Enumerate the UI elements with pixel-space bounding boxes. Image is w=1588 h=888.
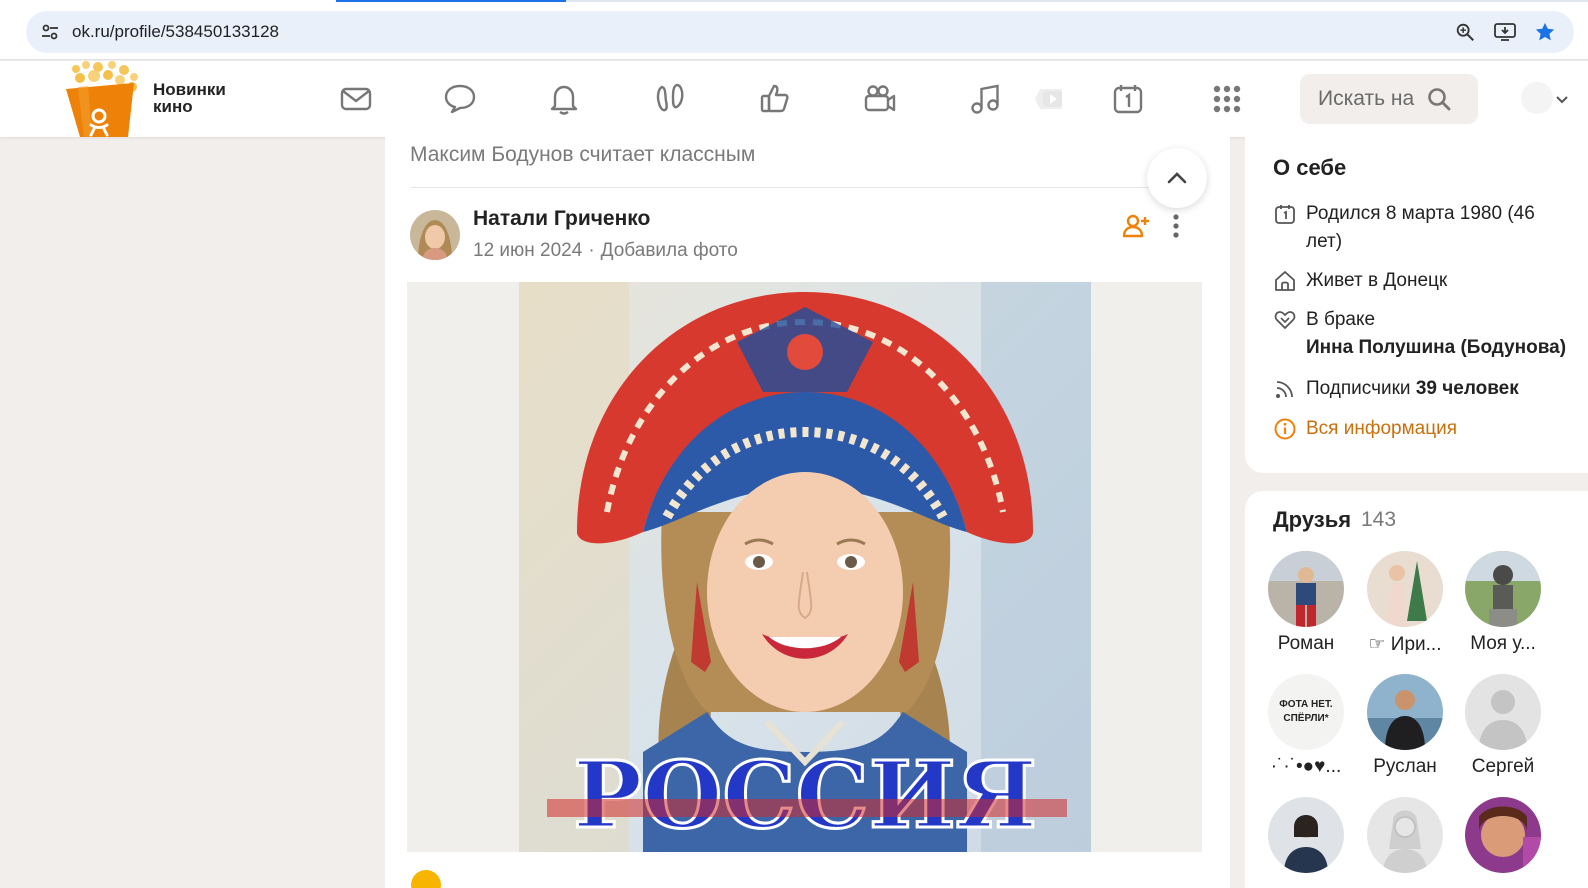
- friend-name: Руслан: [1373, 756, 1437, 777]
- liked-by-text[interactable]: Максим Бодунов считает классным: [410, 143, 755, 167]
- logo-caption-line2: кино: [153, 97, 193, 116]
- friend-item[interactable]: Руслан: [1355, 674, 1455, 778]
- video-camera-icon[interactable]: [860, 79, 900, 119]
- rss-icon: [1276, 381, 1293, 398]
- more-options-icon[interactable]: [1166, 211, 1186, 241]
- calendar-icon: [1275, 205, 1295, 224]
- friend-name: ☞ Ири...: [1368, 634, 1442, 655]
- search-input[interactable]: Искать на: [1300, 74, 1478, 124]
- location-text: Живет в Донецк: [1306, 270, 1448, 291]
- add-friend-icon[interactable]: [1121, 211, 1151, 241]
- photo-caption: РОССИЯ: [573, 741, 1037, 849]
- post-author-avatar[interactable]: [410, 210, 460, 260]
- friend-item[interactable]: [1355, 797, 1455, 873]
- birthdate-line1: Родился 8 марта 1980 (46: [1306, 203, 1535, 224]
- subscribers-value[interactable]: 39 человек: [1416, 378, 1519, 399]
- post-action: Добавила фото: [600, 240, 738, 261]
- friend-avatar[interactable]: [1465, 551, 1541, 627]
- friend-name: Моя у...: [1470, 633, 1536, 654]
- about-card: О себе Родился 8 марта 1980 (46 лет) Жив…: [1245, 137, 1588, 473]
- friend-avatar[interactable]: [1367, 674, 1443, 750]
- guests-icon[interactable]: [650, 79, 690, 119]
- friends-title[interactable]: Друзья: [1273, 507, 1351, 533]
- about-location: Живет в Донецк: [1273, 267, 1447, 295]
- home-icon: [1275, 271, 1295, 291]
- post-photo[interactable]: РОССИЯ: [407, 282, 1202, 852]
- site-settings-icon[interactable]: [38, 20, 62, 44]
- friends-card: Друзья 143 Роман ☞ Ири... Моя у... ФОТА …: [1245, 491, 1588, 888]
- divider: [410, 187, 1205, 188]
- user-avatar[interactable]: [1520, 81, 1554, 115]
- like-icon[interactable]: [755, 79, 795, 119]
- friend-item[interactable]: [1256, 797, 1356, 873]
- meta-separator: ·: [588, 240, 595, 261]
- all-info-link[interactable]: Вся информация: [1273, 415, 1457, 443]
- post-date: 12 июн 2024: [473, 240, 583, 261]
- about-title: О себе: [1273, 155, 1347, 180]
- about-marital: В браке Инна Полушина (Бодунова): [1273, 306, 1566, 362]
- chevron-down-icon[interactable]: [1554, 91, 1570, 107]
- friend-avatar[interactable]: ФОТА НЕТ. СПЁРЛИ*: [1268, 674, 1344, 750]
- friend-avatar[interactable]: [1268, 551, 1344, 627]
- friend-name: ·˙·˙•●♥...: [1270, 756, 1342, 777]
- friend-item[interactable]: Моя у...: [1453, 551, 1553, 655]
- friend-name: Роман: [1277, 633, 1335, 654]
- zoom-icon[interactable]: [1452, 19, 1478, 45]
- friend-avatar[interactable]: [1465, 674, 1541, 750]
- info-icon: [1274, 418, 1296, 440]
- about-birthdate: Родился 8 марта 1980 (46 лет): [1273, 200, 1535, 256]
- friend-item[interactable]: Сергей: [1453, 674, 1553, 778]
- rings-icon: [1274, 311, 1296, 329]
- logo-caption[interactable]: Новинки кино: [153, 81, 226, 115]
- friend-item[interactable]: ФОТА НЕТ. СПЁРЛИ* ·˙·˙•●♥...: [1256, 674, 1356, 778]
- search-icon[interactable]: [1426, 86, 1452, 112]
- friends-count: 143: [1361, 508, 1397, 531]
- birthdate-line2: лет): [1306, 231, 1343, 252]
- address-bar[interactable]: ok.ru/profile/538450133128: [26, 11, 1574, 53]
- feed-card: Максим Бодунов считает классным Натали Г…: [385, 137, 1230, 888]
- bell-icon[interactable]: [544, 79, 584, 119]
- bookmark-star-icon[interactable]: [1532, 19, 1558, 45]
- chevron-up-icon: [1167, 172, 1187, 184]
- play-icon[interactable]: [1028, 79, 1068, 119]
- music-icon[interactable]: [965, 79, 1005, 119]
- all-info-text: Вся информация: [1306, 418, 1458, 439]
- friend-avatar[interactable]: [1367, 551, 1443, 627]
- friend-name: Сергей: [1471, 756, 1535, 777]
- subscribers-label: Подписчики: [1306, 378, 1411, 399]
- install-app-icon[interactable]: [1492, 19, 1518, 45]
- site-header: Новинки кино Искать на: [0, 61, 1588, 137]
- logo-popcorn-icon[interactable]: [58, 61, 148, 137]
- emoji-icon[interactable]: [411, 870, 441, 888]
- spouse-link[interactable]: Инна Полушина (Бодунова): [1306, 337, 1566, 358]
- friend-item[interactable]: [1453, 797, 1553, 873]
- browser-chrome: ok.ru/profile/538450133128: [0, 0, 1588, 60]
- logo-caption-line1: Новинки: [153, 80, 226, 99]
- active-tab-indicator: [336, 0, 566, 2]
- friend-avatar[interactable]: [1465, 797, 1541, 873]
- friend-item[interactable]: ☞ Ири...: [1355, 551, 1455, 656]
- chat-icon[interactable]: [440, 79, 480, 119]
- friend-avatar[interactable]: [1367, 797, 1443, 873]
- apps-grid-icon[interactable]: [1207, 79, 1247, 119]
- friend-avatar-badge: ФОТА НЕТ. СПЁРЛИ*: [1279, 699, 1333, 724]
- post-meta: 12 июн 2024 · Добавила фото: [473, 240, 738, 262]
- about-subscribers: Подписчики 39 человек: [1273, 375, 1519, 403]
- calendar-icon[interactable]: [1108, 79, 1148, 119]
- friend-item[interactable]: Роман: [1256, 551, 1356, 655]
- scroll-up-button[interactable]: [1147, 148, 1207, 208]
- search-placeholder: Искать на: [1318, 87, 1415, 110]
- tab-strip: [566, 0, 1588, 2]
- mail-icon[interactable]: [336, 79, 376, 119]
- marital-label: В браке: [1306, 309, 1376, 330]
- friend-avatar[interactable]: [1268, 797, 1344, 873]
- post-author-name[interactable]: Натали Гриченко: [473, 207, 650, 231]
- url-text[interactable]: ok.ru/profile/538450133128: [72, 22, 1438, 42]
